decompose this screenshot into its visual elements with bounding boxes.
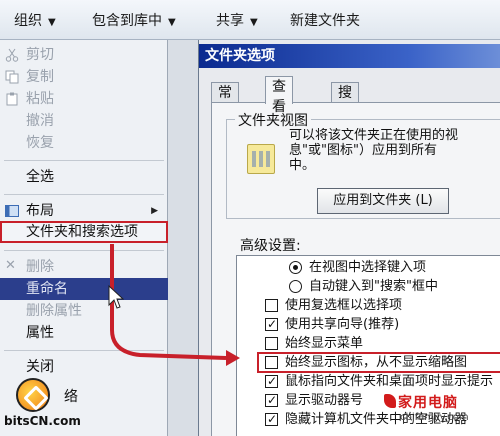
delete-label: 删除	[26, 259, 54, 275]
checkbox[interactable]	[265, 410, 278, 429]
menu-item-paste[interactable]: 粘贴	[0, 88, 168, 110]
menu-item-close[interactable]: 关闭	[0, 356, 168, 378]
menu-item-cut[interactable]: 剪切	[0, 44, 168, 66]
desc-line-1: 可以将该文件夹正在使用的视	[289, 128, 459, 143]
settings-row-label: 使用复选框以选择项	[285, 298, 403, 313]
brand-sub-text: cbifamily.com	[400, 412, 469, 423]
select-all-label: 全选	[26, 169, 54, 185]
mouse-cursor-icon	[108, 285, 124, 309]
checkbox[interactable]	[265, 299, 278, 312]
menu-separator	[4, 250, 164, 251]
organize-label: 组织	[14, 13, 42, 29]
remove-properties-label: 删除属性	[26, 303, 82, 319]
menu-item-select-all[interactable]: 全选	[0, 166, 168, 188]
menu-item-remove-properties[interactable]: 删除属性	[0, 300, 168, 322]
desc-line-2: 息"或"图标"）应用到所有	[289, 143, 437, 158]
checkbox[interactable]	[265, 315, 278, 334]
dialog-title: 文件夹选项	[205, 48, 275, 64]
organize-button[interactable]: 组织 ▼	[14, 11, 56, 31]
chevron-down-icon: ▼	[48, 17, 56, 28]
copy-label: 复制	[26, 69, 54, 85]
new-folder-button[interactable]: 新建文件夹	[290, 11, 360, 31]
clipboard-icon	[6, 92, 18, 106]
checkbox[interactable]	[265, 391, 278, 410]
folder-view-description: 可以将该文件夹正在使用的视 息"或"图标"）应用到所有 中。	[289, 128, 500, 173]
jiayong-diannao-logo: 家用电脑 cbifamily.com	[384, 392, 496, 432]
menu-separator	[4, 160, 164, 161]
include-in-library-button[interactable]: 包含到库中 ▼	[92, 11, 176, 31]
layout-label: 布局	[26, 203, 54, 219]
bitscn-logo-text: bitsCN.com	[4, 414, 81, 428]
radio-button[interactable]	[289, 261, 302, 274]
menu-separator	[4, 350, 164, 351]
highlight-box	[257, 352, 500, 373]
tab-view[interactable]: 查看	[265, 76, 293, 115]
close-label: 关闭	[26, 359, 54, 375]
checkbox[interactable]	[265, 372, 278, 391]
brand-mark-icon	[384, 394, 396, 408]
folder-options-dialog: 文件夹选项 常规 查看 搜索 文件夹视图 可以将该文件夹正在使用的视 息"或"图…	[198, 40, 500, 436]
folder-view-group: 文件夹视图 可以将该文件夹正在使用的视 息"或"图标"）应用到所有 中。 应用到…	[226, 110, 500, 219]
menu-item-properties[interactable]: 属性	[0, 322, 168, 344]
settings-row-label: 使用共享向导(推荐)	[285, 317, 400, 332]
chevron-down-icon: ▼	[250, 17, 258, 28]
properties-label: 属性	[26, 325, 54, 341]
menu-item-folder-search-options[interactable]: 文件夹和搜索选项	[0, 221, 168, 243]
bitscn-logo: bitsCN.com	[4, 378, 114, 434]
dialog-title-bar[interactable]: 文件夹选项	[199, 44, 500, 68]
settings-row-label: 鼠标指向文件夹和桌面项时显示提示	[285, 374, 494, 389]
menu-separator	[4, 194, 164, 195]
layout-icon	[5, 205, 19, 217]
rename-label: 重命名	[26, 281, 68, 297]
desc-line-3: 中。	[289, 158, 316, 173]
settings-row-label: 在视图中选择键入项	[309, 260, 427, 275]
paste-label: 粘贴	[26, 91, 54, 107]
apply-to-folders-button[interactable]: 应用到文件夹 (L)	[317, 188, 449, 214]
bitscn-badge-icon	[16, 378, 50, 412]
menu-item-undo[interactable]: 撤消	[0, 110, 168, 132]
checkbox[interactable]	[265, 337, 278, 350]
include-in-library-label: 包含到库中	[92, 13, 162, 29]
submenu-arrow-icon: ▶	[151, 206, 158, 216]
tab-search[interactable]: 搜索	[331, 82, 359, 121]
delete-x-icon: ✕	[5, 258, 16, 273]
folder-search-options-label: 文件夹和搜索选项	[26, 224, 138, 240]
menu-item-copy[interactable]: 复制	[0, 66, 168, 88]
organize-menu: 剪切 复制 粘贴 撤消 恢复 全选 布局 ▶ 文件夹和搜索选项 ✕ 删除 重命名…	[0, 40, 168, 436]
redo-label: 恢复	[26, 135, 54, 151]
menu-item-rename[interactable]: 重命名	[0, 278, 168, 300]
folder-view-icon	[247, 144, 275, 174]
menu-item-redo[interactable]: 恢复	[0, 132, 168, 154]
view-tab-panel: 文件夹视图 可以将该文件夹正在使用的视 息"或"图标"）应用到所有 中。 应用到…	[211, 102, 500, 436]
share-button[interactable]: 共享 ▼	[216, 11, 258, 31]
menu-item-layout[interactable]: 布局 ▶	[0, 200, 168, 222]
command-toolbar: 组织 ▼ 包含到库中 ▼ 共享 ▼ 新建文件夹	[0, 0, 500, 40]
settings-row-label: 始终显示菜单	[285, 336, 364, 351]
cut-label: 剪切	[26, 47, 54, 63]
chevron-down-icon: ▼	[168, 17, 176, 28]
tab-general[interactable]: 常规	[211, 82, 239, 121]
advanced-settings-label: 高级设置:	[240, 238, 301, 254]
scissors-icon	[5, 48, 19, 62]
copy-icon	[5, 70, 19, 84]
settings-row-label: 自动键入到"搜索"框中	[309, 279, 438, 294]
share-label: 共享	[216, 13, 244, 29]
menu-item-delete[interactable]: ✕ 删除	[0, 256, 168, 278]
settings-row-label: 显示驱动器号	[285, 393, 364, 408]
brand-main-text: 家用电脑	[398, 395, 458, 411]
radio-button[interactable]	[289, 280, 302, 293]
undo-label: 撤消	[26, 113, 54, 129]
